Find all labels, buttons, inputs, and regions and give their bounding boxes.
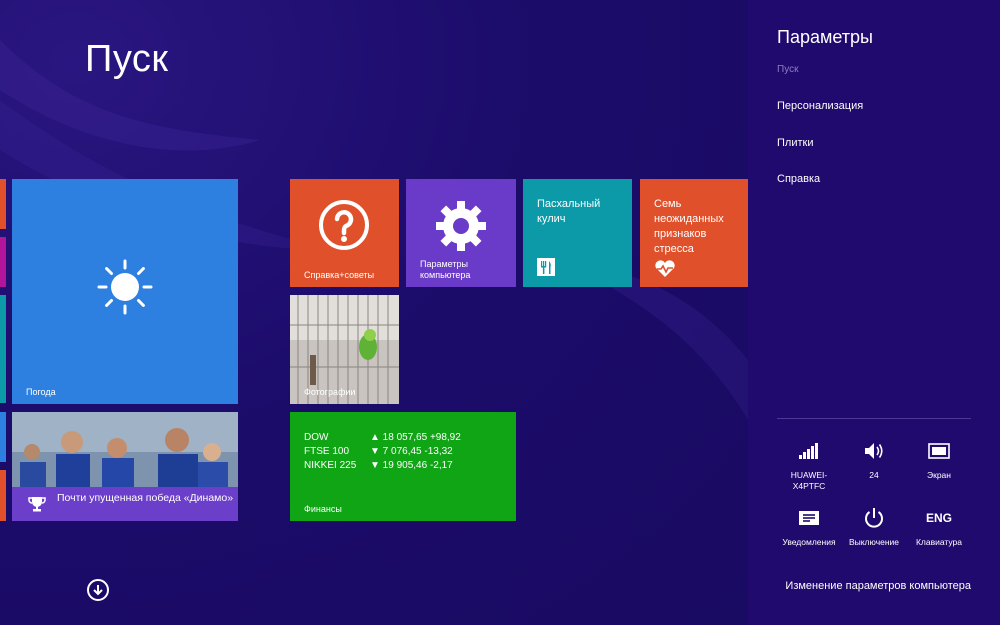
notifications-quick-setting[interactable]: Уведомления bbox=[774, 507, 844, 548]
volume-icon bbox=[865, 443, 883, 459]
gear-icon bbox=[436, 201, 486, 251]
weather-label: Погода bbox=[26, 387, 56, 397]
notifications-label: Уведомления bbox=[782, 537, 836, 547]
keyboard-label: Клавиатура bbox=[915, 537, 963, 547]
photos-tile[interactable]: Фотографии bbox=[290, 295, 399, 404]
panel-divider bbox=[777, 418, 971, 419]
all-apps-button[interactable] bbox=[87, 579, 109, 601]
index-value: ▲ 18 057,65 +98,92 bbox=[370, 432, 461, 443]
network-label: HUAWEI-X4PTFC bbox=[790, 470, 828, 491]
easter-cake-text: Пасхальный кулич bbox=[537, 198, 601, 225]
easter-cake-tile[interactable]: Пасхальный кулич bbox=[523, 179, 632, 287]
weather-tile[interactable]: Погода bbox=[12, 179, 238, 404]
volume-quick-setting[interactable]: 24 bbox=[839, 440, 909, 481]
power-label: Выключение bbox=[848, 537, 900, 547]
power-icon bbox=[865, 508, 883, 528]
panel-item-personalization[interactable]: Персонализация bbox=[777, 100, 863, 112]
panel-item-start: Пуск bbox=[777, 64, 799, 75]
health-heart-icon bbox=[655, 260, 675, 277]
news-tile[interactable]: Почти упущенная победа «Динамо» bbox=[12, 412, 238, 521]
panel-title: Параметры bbox=[777, 27, 873, 47]
keyboard-quick-setting[interactable]: ENG Клавиатура bbox=[904, 507, 974, 548]
change-pc-settings-link[interactable]: Изменение параметров компьютера bbox=[785, 580, 971, 592]
edge-tile[interactable] bbox=[0, 470, 6, 521]
pc-settings-label: Параметры компьютера bbox=[420, 259, 471, 280]
screen-icon bbox=[928, 443, 950, 459]
start-title: Пуск bbox=[85, 38, 169, 80]
edge-tile[interactable] bbox=[0, 295, 6, 403]
screen-quick-setting[interactable]: Экран bbox=[904, 440, 974, 481]
photos-label: Фотографии bbox=[304, 387, 356, 397]
stress-text: Семь неожиданных признаков стресса bbox=[654, 198, 724, 255]
index-name: NIKKEI 225 bbox=[304, 460, 357, 471]
network-quick-setting[interactable]: HUAWEI-X4PTFC bbox=[774, 440, 844, 492]
help-tile[interactable]: Справка+советы bbox=[290, 179, 399, 287]
edge-tile[interactable] bbox=[0, 179, 6, 229]
finance-row: NIKKEI 225 ▼ 19 905,46 -2,17 bbox=[304, 459, 461, 473]
start-screen: Пуск Погода Почти упущенная победа «Дина… bbox=[0, 0, 748, 625]
settings-panel: Параметры Пуск Персонализация Плитки Спр… bbox=[748, 0, 1000, 625]
index-name: DOW bbox=[304, 432, 329, 443]
keyboard-icon: ENG bbox=[925, 511, 952, 525]
index-value: ▼ 19 905,46 -2,17 bbox=[370, 460, 453, 471]
finance-row: FTSE 100 ▼ 7 076,45 -13,32 bbox=[304, 445, 461, 459]
finance-tile[interactable]: DOW ▲ 18 057,65 +98,92 FTSE 100 ▼ 7 076,… bbox=[290, 412, 516, 521]
edge-tile[interactable] bbox=[0, 412, 6, 462]
help-label: Справка+советы bbox=[304, 270, 375, 280]
signal-icon bbox=[799, 443, 818, 459]
volume-label: 24 bbox=[869, 470, 879, 480]
screen-label: Экран bbox=[927, 470, 951, 480]
finance-row: DOW ▲ 18 057,65 +98,92 bbox=[304, 431, 461, 445]
question-icon bbox=[319, 200, 369, 250]
index-value: ▼ 7 076,45 -13,32 bbox=[370, 446, 453, 457]
arrow-down-icon bbox=[93, 585, 103, 596]
power-quick-setting[interactable]: Выключение bbox=[839, 507, 909, 548]
cutlery-icon bbox=[537, 258, 555, 276]
stress-tile[interactable]: Семь неожиданных признаков стресса bbox=[640, 179, 748, 287]
finance-table: DOW ▲ 18 057,65 +98,92 FTSE 100 ▼ 7 076,… bbox=[304, 431, 461, 473]
pc-settings-tile[interactable]: Параметры компьютера bbox=[406, 179, 516, 287]
edge-tile[interactable] bbox=[0, 237, 6, 287]
trophy-icon bbox=[28, 497, 46, 512]
notifications-icon bbox=[799, 511, 819, 525]
news-caption-bar: Почти упущенная победа «Динамо» bbox=[12, 487, 238, 521]
panel-item-tiles[interactable]: Плитки bbox=[777, 137, 813, 149]
finance-label: Финансы bbox=[304, 504, 342, 514]
sun-icon bbox=[97, 259, 153, 315]
news-headline: Почти упущенная победа «Динамо» bbox=[57, 492, 234, 504]
index-name: FTSE 100 bbox=[304, 446, 350, 457]
panel-item-help[interactable]: Справка bbox=[777, 173, 820, 185]
